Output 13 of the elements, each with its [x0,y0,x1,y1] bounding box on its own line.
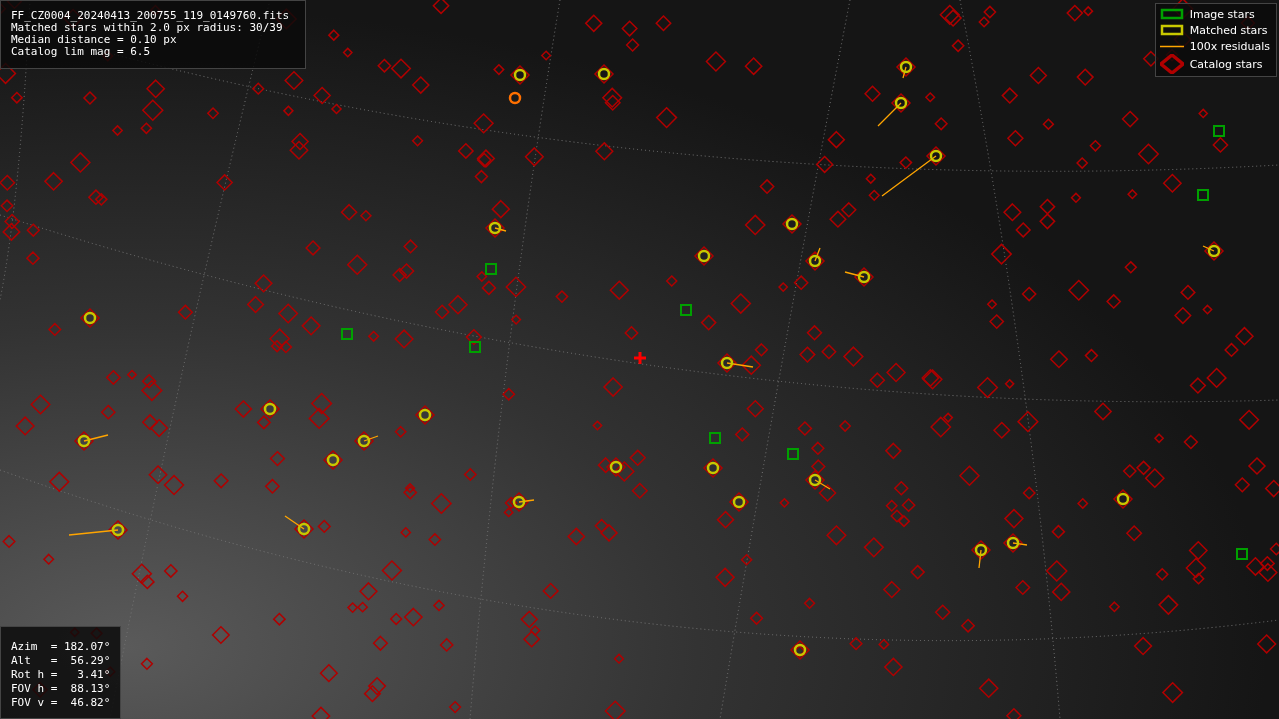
legend-label: 100x residuals [1189,39,1270,53]
info-text: Matched stars within 2.0 px radius: 30/39 [11,22,283,34]
info-text: Catalog lim mag = 6.5 [11,46,152,58]
pointing-text: Rot h = 3.41° [11,668,111,682]
info-text: Median distance = 0.10 px [11,34,178,46]
pointing-text: FOV v = 46.82° [11,696,111,710]
legend-label: Matched stars [1189,23,1268,37]
pointing-text: Alt = 56.29° [11,654,111,668]
legend-label: Image stars [1189,7,1255,21]
pointing-text: Azim = 182.07° [11,640,111,654]
pointing-text: FOV h = 88.13° [11,682,111,696]
info-text: FF_CZ0004_20240413_200755_119_0149760.fits [11,10,291,22]
legend-label: Catalog stars [1189,57,1263,71]
